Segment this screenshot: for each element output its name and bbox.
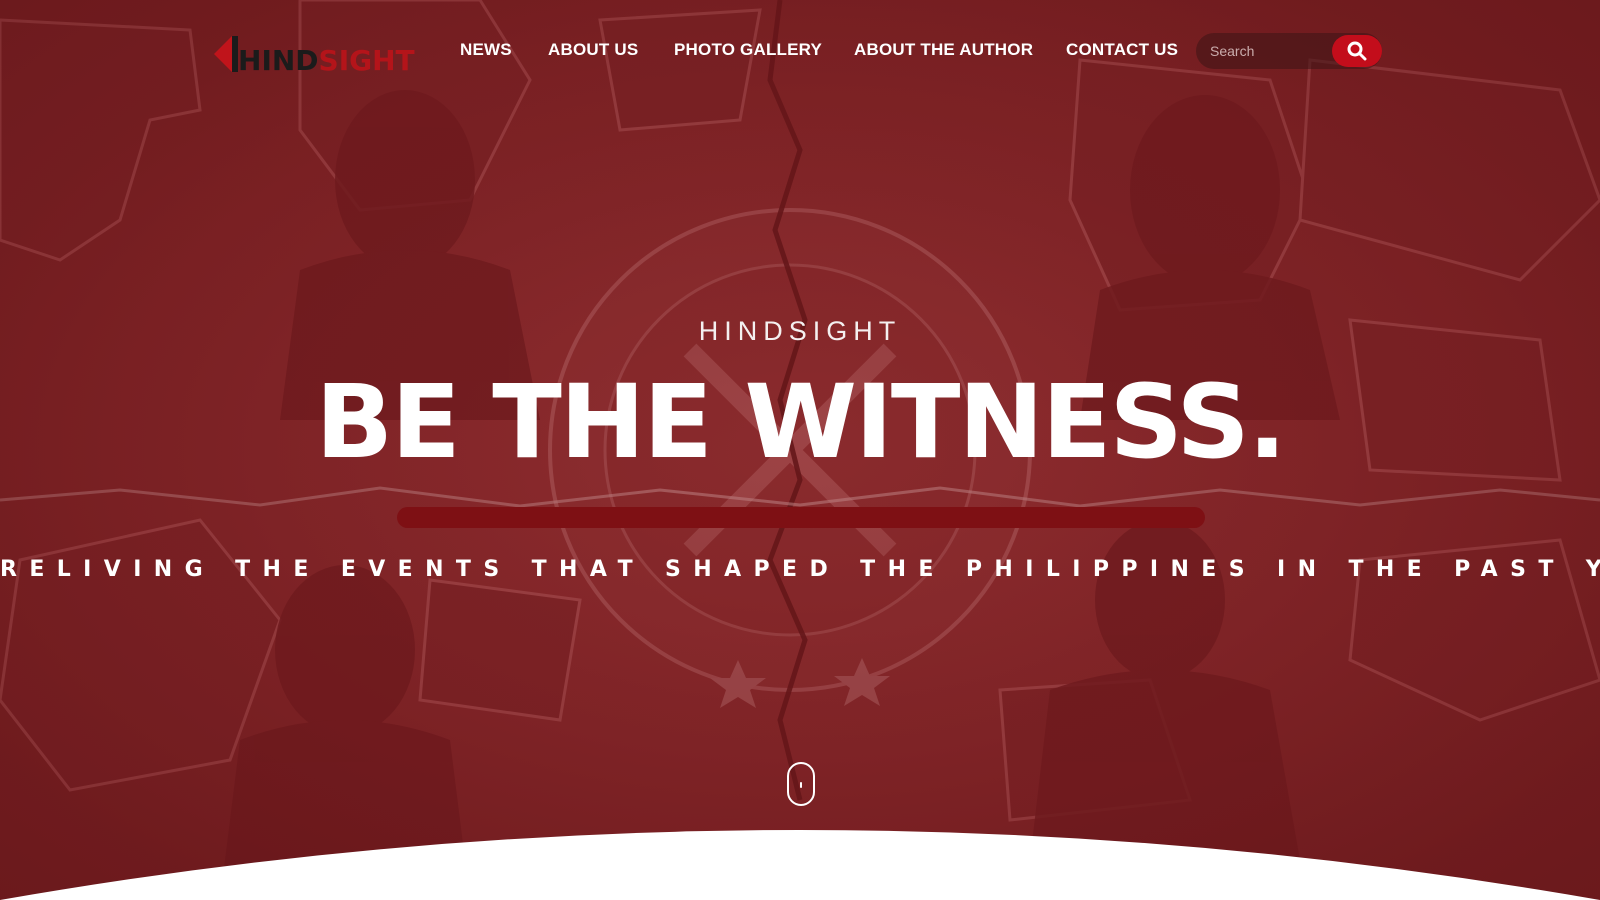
- nav-contact-us[interactable]: CONTACT US: [1066, 38, 1178, 62]
- hero-tagline: RELIVING THE EVENTS THAT SHAPED THE PHIL…: [0, 557, 1600, 582]
- search-button[interactable]: [1332, 35, 1382, 67]
- search-bar: [1196, 33, 1382, 69]
- nav-about-us[interactable]: ABOUT US: [548, 38, 638, 62]
- logo-wordmark: HINDSIGHT: [238, 44, 415, 78]
- logo-text-ind: IND: [261, 44, 319, 77]
- hero-divider-bar: [397, 507, 1205, 528]
- nav-news[interactable]: NEWS: [460, 38, 512, 62]
- hindsight-logo[interactable]: HINDSIGHT: [214, 30, 415, 78]
- hero-kicker: HINDSIGHT: [698, 316, 902, 346]
- hero-section: HINDSIGHT NEWS ABOUT US PHOTO GALLERY AB…: [0, 0, 1600, 900]
- bottom-curve-divider: [0, 830, 1600, 900]
- logo-text-sight: SIGHT: [318, 44, 415, 77]
- search-icon: [1347, 41, 1367, 61]
- logo-text-h: H: [238, 44, 262, 77]
- hero-headline: BE THE WITNESS.: [315, 363, 1286, 482]
- scroll-wheel: [800, 782, 802, 788]
- nav-about-the-author[interactable]: ABOUT THE AUTHOR: [854, 38, 1033, 62]
- nav-photo-gallery[interactable]: PHOTO GALLERY: [674, 38, 822, 62]
- search-input[interactable]: [1208, 41, 1328, 61]
